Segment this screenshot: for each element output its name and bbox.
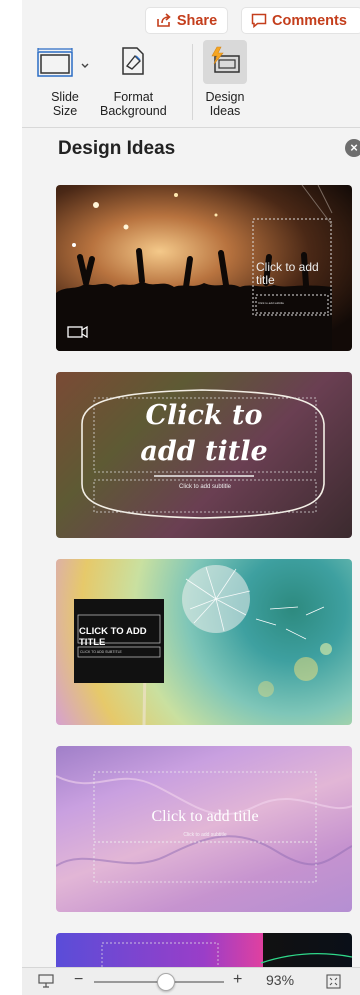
slide-size-icon xyxy=(36,44,94,80)
design-idea-5[interactable] xyxy=(56,933,352,967)
design-idea-4[interactable]: Click to add title Click to add subtitle xyxy=(56,746,352,912)
design-ideas-icon xyxy=(203,40,247,84)
format-background-label-1: Format xyxy=(113,90,154,104)
status-bar: − + 93% xyxy=(22,967,360,995)
slide-size-button[interactable]: Slide Size xyxy=(36,44,94,118)
close-icon[interactable]: × xyxy=(345,139,360,157)
share-icon xyxy=(157,13,171,27)
slide-size-label-2: Size xyxy=(52,104,78,118)
design-3-title: CLICK TO ADD TITLE xyxy=(79,626,147,648)
design-idea-3[interactable]: CLICK TO ADD TITLE CLICK TO ADD SUBTITLE xyxy=(56,559,352,725)
slide-size-label-1: Slide xyxy=(51,90,79,104)
share-button[interactable]: Share xyxy=(145,7,228,34)
zoom-level[interactable]: 93% xyxy=(266,972,294,988)
ribbon-divider xyxy=(192,44,193,120)
format-background-button[interactable]: Format Background xyxy=(100,44,167,118)
design-1-subtitle: Click to add subtitle xyxy=(258,301,285,305)
left-edge xyxy=(0,0,22,995)
zoom-slider[interactable] xyxy=(94,973,224,991)
top-toolbar: Share Comments xyxy=(22,0,360,36)
design-2-title: Click to add title xyxy=(140,400,268,467)
zoom-slider-thumb[interactable] xyxy=(156,973,175,991)
format-background-label-2: Background xyxy=(100,104,167,118)
presenter-view-icon[interactable] xyxy=(38,974,54,988)
design-2-subtitle: Click to add subtitle xyxy=(178,484,232,490)
design-ideas-panel: Design Ideas × Click to add title Click … xyxy=(22,128,360,967)
design-4-title: Click to add title xyxy=(151,808,259,825)
marble-texture xyxy=(56,771,352,883)
design-4-subtitle: Click to add subtitle xyxy=(183,832,227,838)
app-window: Share Comments Slide Size Format Backgro… xyxy=(0,0,360,995)
share-label: Share xyxy=(176,12,218,29)
ribbon: Slide Size Format Background Design Idea… xyxy=(22,36,360,128)
design-idea-1[interactable]: Click to add title Click to add subtitle xyxy=(56,185,352,351)
zoom-out-button[interactable]: − xyxy=(74,971,83,989)
comments-button[interactable]: Comments xyxy=(241,7,360,34)
design-ideas-button[interactable]: Design Ideas xyxy=(203,40,247,118)
design-3-subtitle: CLICK TO ADD SUBTITLE xyxy=(80,650,122,654)
comment-icon xyxy=(251,13,267,28)
design-ideas-label-2: Ideas xyxy=(209,104,241,118)
gradient-design xyxy=(101,942,352,967)
design-ideas-label-1: Design xyxy=(205,90,245,104)
comments-label: Comments xyxy=(272,12,347,29)
design-1-title: Click to add title xyxy=(256,260,319,287)
fit-to-window-icon[interactable] xyxy=(326,974,341,989)
panel-title: Design Ideas xyxy=(58,138,176,159)
zoom-in-button[interactable]: + xyxy=(233,971,242,989)
format-background-icon xyxy=(115,44,151,80)
design-idea-2[interactable]: Click to add title Click to add subtitle xyxy=(56,372,352,538)
